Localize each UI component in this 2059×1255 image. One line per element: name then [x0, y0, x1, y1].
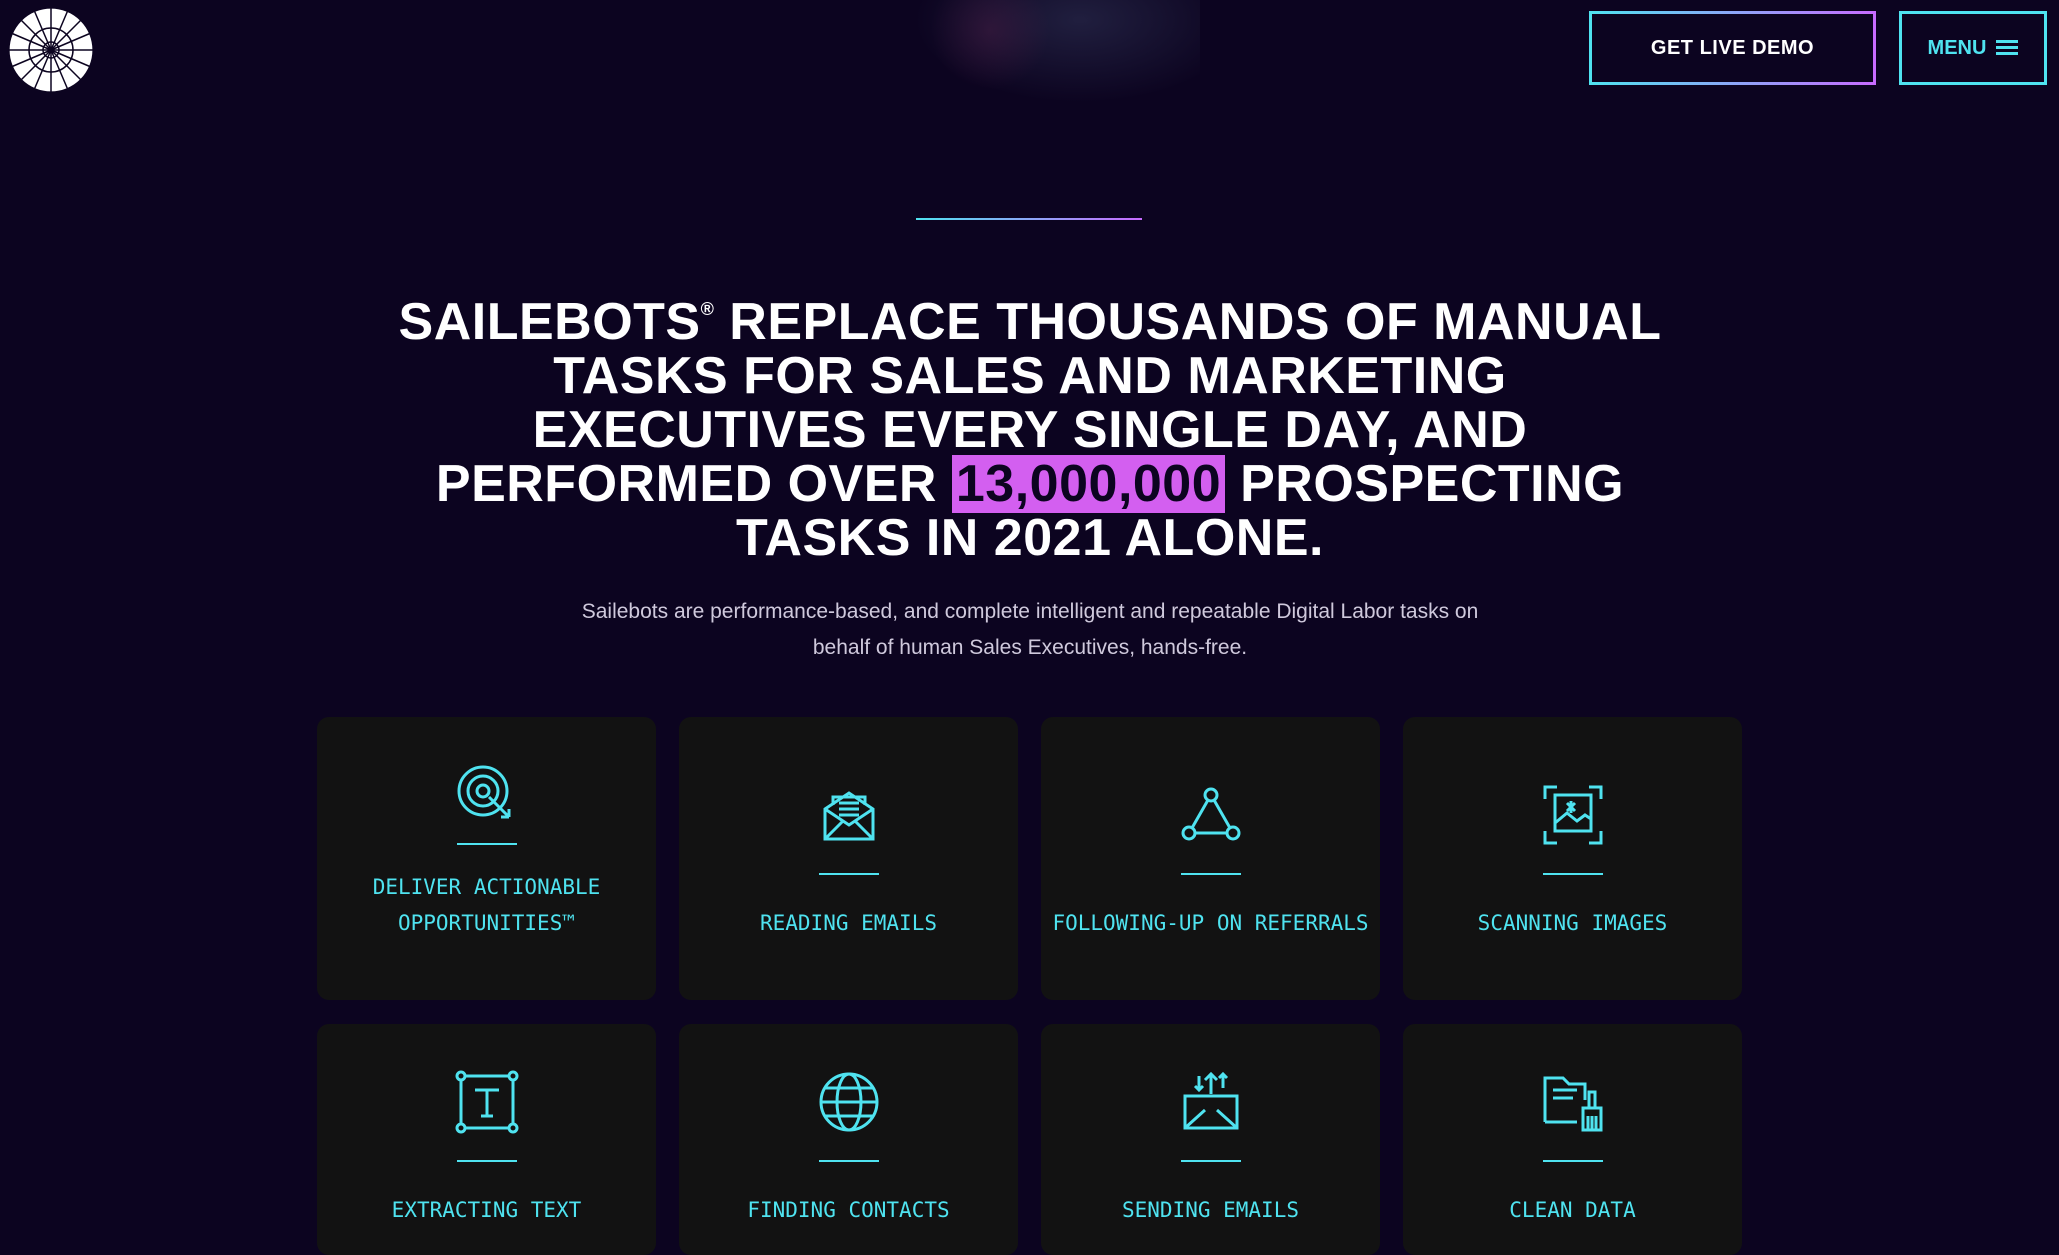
- card-divider: [456, 1160, 517, 1162]
- card-divider: [1180, 1160, 1241, 1162]
- text-box-icon: [455, 1070, 518, 1134]
- send-mail-icon: [1183, 1071, 1238, 1130]
- card-label: FOLLOWING-UP ON REFERRALS: [1052, 905, 1368, 941]
- section-divider: [916, 218, 1142, 220]
- card-divider: [456, 843, 517, 845]
- card-label-line1: CLEAN DATA: [1509, 1198, 1636, 1222]
- menu-label: MENU: [1927, 36, 1987, 59]
- triangle-network-icon: [1181, 787, 1240, 841]
- card-label: CLEAN DATA: [1509, 1192, 1635, 1228]
- card-label: READING EMAILS: [760, 905, 937, 941]
- hero-subtext: Sailebots are performance-based, and com…: [581, 600, 1479, 659]
- card-label: SCANNING IMAGES: [1478, 905, 1668, 941]
- card-scanning-images[interactable]: SCANNING IMAGES: [1403, 717, 1742, 1000]
- logo-icon[interactable]: [8, 7, 94, 93]
- card-divider: [1180, 873, 1241, 875]
- menu-button[interactable]: MENU: [1899, 11, 2047, 85]
- open-envelope-icon: [823, 791, 874, 841]
- card-following-up-referrals[interactable]: FOLLOWING-UP ON REFERRALS: [1041, 717, 1380, 1000]
- image-scan-icon: [1543, 785, 1602, 845]
- card-divider: [818, 873, 879, 875]
- card-label-line1: SENDING EMAILS: [1121, 1198, 1299, 1222]
- target-icon: [457, 765, 510, 819]
- card-label-line1: FOLLOWING-UP ON REFERRALS: [1052, 911, 1369, 935]
- card-label-line1: DELIVER ACTIONABLE: [372, 875, 601, 899]
- card-label-line1: READING EMAILS: [759, 911, 937, 935]
- card-label: SENDING EMAILS: [1122, 1192, 1299, 1228]
- card-divider: [1542, 873, 1603, 875]
- card-divider: [818, 1160, 879, 1162]
- card-divider: [1542, 1160, 1603, 1162]
- clean-folder-icon: [1543, 1076, 1602, 1132]
- card-label: EXTRACTING TEXT: [392, 1192, 582, 1228]
- card-label-line1: EXTRACTING TEXT: [391, 1198, 582, 1222]
- get-live-demo-button[interactable]: GET LIVE DEMO: [1589, 11, 1876, 85]
- registered-mark: ®: [700, 299, 715, 319]
- card-extracting-text[interactable]: EXTRACTING TEXT: [317, 1024, 656, 1255]
- card-label: FINDING CONTACTS: [747, 1192, 949, 1228]
- card-sending-emails[interactable]: SENDING EMAILS: [1041, 1024, 1380, 1255]
- card-reading-emails[interactable]: READING EMAILS: [679, 717, 1018, 1000]
- card-deliver-opportunities[interactable]: DELIVER ACTIONABLE OPPORTUNITIES™: [317, 717, 656, 1000]
- card-clean-data[interactable]: CLEAN DATA: [1403, 1024, 1742, 1255]
- card-finding-contacts[interactable]: FINDING CONTACTS: [679, 1024, 1018, 1255]
- card-label-line1: FINDING CONTACTS: [747, 1198, 950, 1222]
- hamburger-icon: [1996, 40, 2019, 56]
- headline-highlight-number: 13,000,000: [951, 455, 1226, 513]
- card-label: DELIVER ACTIONABLE OPPORTUNITIES™: [373, 869, 601, 941]
- card-label-line2: OPPORTUNITIES™: [397, 911, 575, 935]
- globe-icon: [819, 1072, 878, 1132]
- card-label-line1: SCANNING IMAGES: [1477, 911, 1668, 935]
- hero-headline: SAILEBOTS® REPLACE THOUSANDS OF MANUAL T…: [380, 282, 1680, 565]
- hero-background-glow-accent: [930, 0, 1050, 90]
- headline-part1: SAILEBOTS: [398, 293, 701, 351]
